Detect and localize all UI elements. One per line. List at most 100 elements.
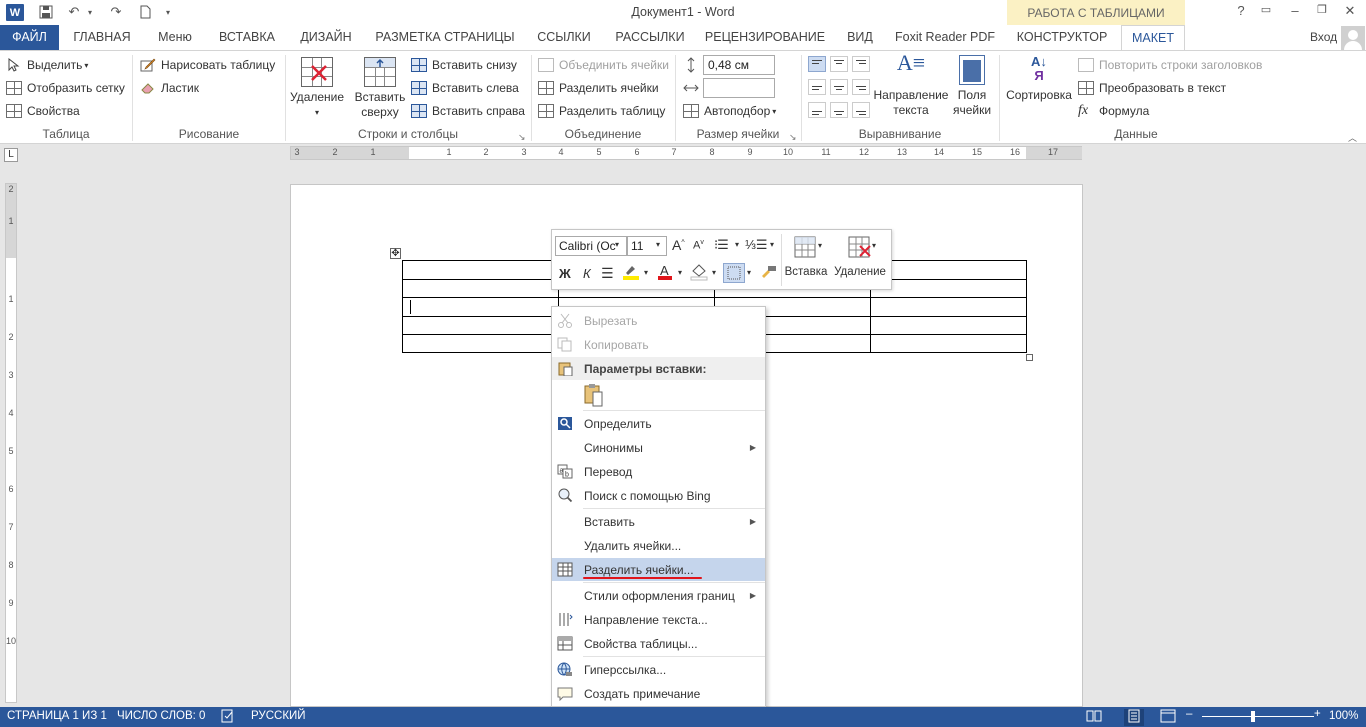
column-width-input[interactable]: [703, 78, 775, 98]
delete-dropdown-icon[interactable]: ▾: [872, 241, 876, 250]
insert-left-button[interactable]: Вставить слева: [411, 78, 519, 98]
minimize-icon[interactable]: –: [1282, 3, 1308, 21]
menu-item-table-properties[interactable]: Свойства таблицы...: [552, 632, 765, 655]
cell-margins-button[interactable]: Поля ячейки: [950, 55, 994, 118]
avatar[interactable]: [1341, 26, 1365, 50]
tab-design[interactable]: ДИЗАЙН: [290, 25, 362, 50]
align-middle-right-button[interactable]: [852, 79, 870, 95]
paste-keep-text-only-icon[interactable]: [583, 383, 605, 407]
tab-review[interactable]: РЕЦЕНЗИРОВАНИЕ: [702, 25, 828, 50]
zoom-out-icon[interactable]: –: [1186, 708, 1192, 720]
font-size-dropdown-icon[interactable]: ▾: [656, 240, 660, 249]
bullets-dropdown-icon[interactable]: ▾: [735, 240, 739, 249]
tab-selector[interactable]: L: [4, 148, 18, 162]
tab-menu[interactable]: Меню: [146, 25, 204, 50]
borders-dropdown-icon[interactable]: ▾: [747, 268, 751, 277]
table-cell[interactable]: [402, 260, 559, 280]
align-bottom-center-button[interactable]: [830, 102, 848, 118]
table-properties-button[interactable]: Свойства: [6, 101, 80, 121]
grow-font-icon[interactable]: A^: [672, 237, 685, 253]
numbering-dropdown-icon[interactable]: ▾: [770, 240, 774, 249]
text-direction-button[interactable]: A≡ Направление текста: [872, 52, 950, 118]
menu-item-insert[interactable]: Вставить ▶: [552, 510, 765, 533]
format-painter-icon[interactable]: [760, 263, 778, 281]
italic-button[interactable]: К: [583, 266, 591, 281]
repeat-header-rows-button[interactable]: Повторить строки заголовков: [1078, 55, 1262, 75]
align-top-center-button[interactable]: [830, 56, 848, 72]
split-cells-button[interactable]: Разделить ячейки: [538, 78, 659, 98]
word-count[interactable]: ЧИСЛО СЛОВ: 0: [117, 710, 205, 722]
tab-mailings[interactable]: РАССЫЛКИ: [608, 25, 692, 50]
page-count[interactable]: СТРАНИЦА 1 ИЗ 1: [7, 710, 107, 722]
table-cell[interactable]: [870, 279, 1027, 298]
tab-file[interactable]: ФАЙЛ: [0, 25, 59, 50]
cell-size-dialog-launcher-icon[interactable]: ↘: [789, 127, 797, 147]
font-size-input[interactable]: 11: [627, 236, 667, 256]
tab-foxit-reader-pdf[interactable]: Foxit Reader PDF: [893, 25, 997, 50]
convert-to-text-button[interactable]: Преобразовать в текст: [1078, 78, 1226, 98]
tab-page-layout[interactable]: РАЗМЕТКА СТРАНИЦЫ: [370, 25, 520, 50]
print-layout-icon[interactable]: [1124, 709, 1144, 726]
web-layout-icon[interactable]: [1160, 709, 1176, 726]
center-align-icon[interactable]: ☰: [601, 265, 614, 282]
tab-home[interactable]: ГЛАВНАЯ: [64, 25, 140, 50]
close-icon[interactable]: ✕: [1337, 3, 1363, 21]
shading-dropdown-icon[interactable]: ▾: [712, 268, 716, 277]
zoom-in-icon[interactable]: +: [1314, 708, 1321, 720]
insert-right-button[interactable]: Вставить справа: [411, 101, 525, 121]
menu-item-hyperlink[interactable]: Гиперссылка...: [552, 658, 765, 681]
collapse-ribbon-icon[interactable]: ︿: [1348, 127, 1357, 147]
help-button[interactable]: ?: [1228, 3, 1254, 21]
table-cell[interactable]: [870, 316, 1027, 335]
highlight-dropdown-icon[interactable]: ▾: [644, 268, 648, 277]
align-middle-center-button[interactable]: [830, 79, 848, 95]
formula-button[interactable]: fx Формула: [1078, 101, 1149, 121]
rows-columns-dialog-launcher-icon[interactable]: ↘: [518, 127, 526, 147]
merge-cells-button[interactable]: Объединить ячейки: [538, 55, 669, 75]
read-mode-icon[interactable]: [1086, 709, 1102, 726]
table-cell[interactable]: [402, 297, 559, 317]
tab-view[interactable]: ВИД: [836, 25, 884, 50]
proofing-icon[interactable]: [221, 709, 235, 726]
menu-item-define[interactable]: Определить: [552, 412, 765, 435]
table-cell[interactable]: [402, 279, 559, 298]
shading-icon[interactable]: [690, 263, 708, 281]
table-cell[interactable]: [870, 297, 1027, 317]
align-bottom-left-button[interactable]: [808, 102, 826, 118]
table-cell[interactable]: [402, 334, 559, 353]
mini-delete-label[interactable]: Удаление: [832, 266, 888, 278]
menu-item-delete-cells[interactable]: Удалить ячейки...: [552, 534, 765, 557]
shrink-font-icon[interactable]: Av: [693, 239, 704, 252]
zoom-level[interactable]: 100%: [1329, 710, 1358, 722]
align-middle-left-button[interactable]: [808, 79, 826, 95]
table-move-handle-icon[interactable]: ✥: [390, 248, 401, 259]
numbering-icon[interactable]: ⅓☰: [745, 237, 768, 253]
tab-insert[interactable]: ВСТАВКА: [210, 25, 284, 50]
vertical-ruler[interactable]: 2 1 1 2 3 4 5 6 7 8 9 10: [5, 183, 17, 703]
table-cell[interactable]: [870, 334, 1027, 353]
menu-item-synonyms[interactable]: Синонимы ▶: [552, 436, 765, 459]
tab-table-layout[interactable]: МАКЕТ: [1121, 25, 1185, 50]
menu-item-cut[interactable]: Вырезать: [552, 309, 765, 332]
menu-item-bing-search[interactable]: Поиск с помощью Bing: [552, 484, 765, 507]
tab-references[interactable]: ССЫЛКИ: [530, 25, 598, 50]
ribbon-display-options-icon[interactable]: ▭: [1253, 3, 1279, 21]
table-cell[interactable]: [402, 316, 559, 335]
font-color-dropdown-icon[interactable]: ▾: [678, 268, 682, 277]
menu-item-copy[interactable]: Копировать: [552, 333, 765, 356]
insert-above-button[interactable]: Вставить сверху: [354, 57, 406, 120]
eraser-button[interactable]: Ластик: [140, 78, 199, 98]
bullets-icon[interactable]: ⁝☰: [714, 237, 729, 253]
sort-button[interactable]: A↓ Я Сортировка: [1004, 55, 1074, 103]
draw-table-button[interactable]: Нарисовать таблицу: [140, 55, 275, 75]
bold-button[interactable]: Ж: [559, 266, 571, 281]
mini-insert-label[interactable]: Вставка: [784, 266, 828, 278]
zoom-slider-track[interactable]: [1202, 716, 1314, 717]
menu-item-translate[interactable]: ab Перевод: [552, 460, 765, 483]
zoom-slider-thumb[interactable]: [1251, 711, 1255, 722]
delete-button[interactable]: Удаление ▾: [290, 57, 344, 120]
sign-in-link[interactable]: Вход: [1310, 30, 1337, 44]
align-bottom-right-button[interactable]: [852, 102, 870, 118]
show-gridlines-button[interactable]: Отобразить сетку: [6, 78, 125, 98]
autofit-button[interactable]: Автоподбор ▾: [683, 101, 776, 121]
